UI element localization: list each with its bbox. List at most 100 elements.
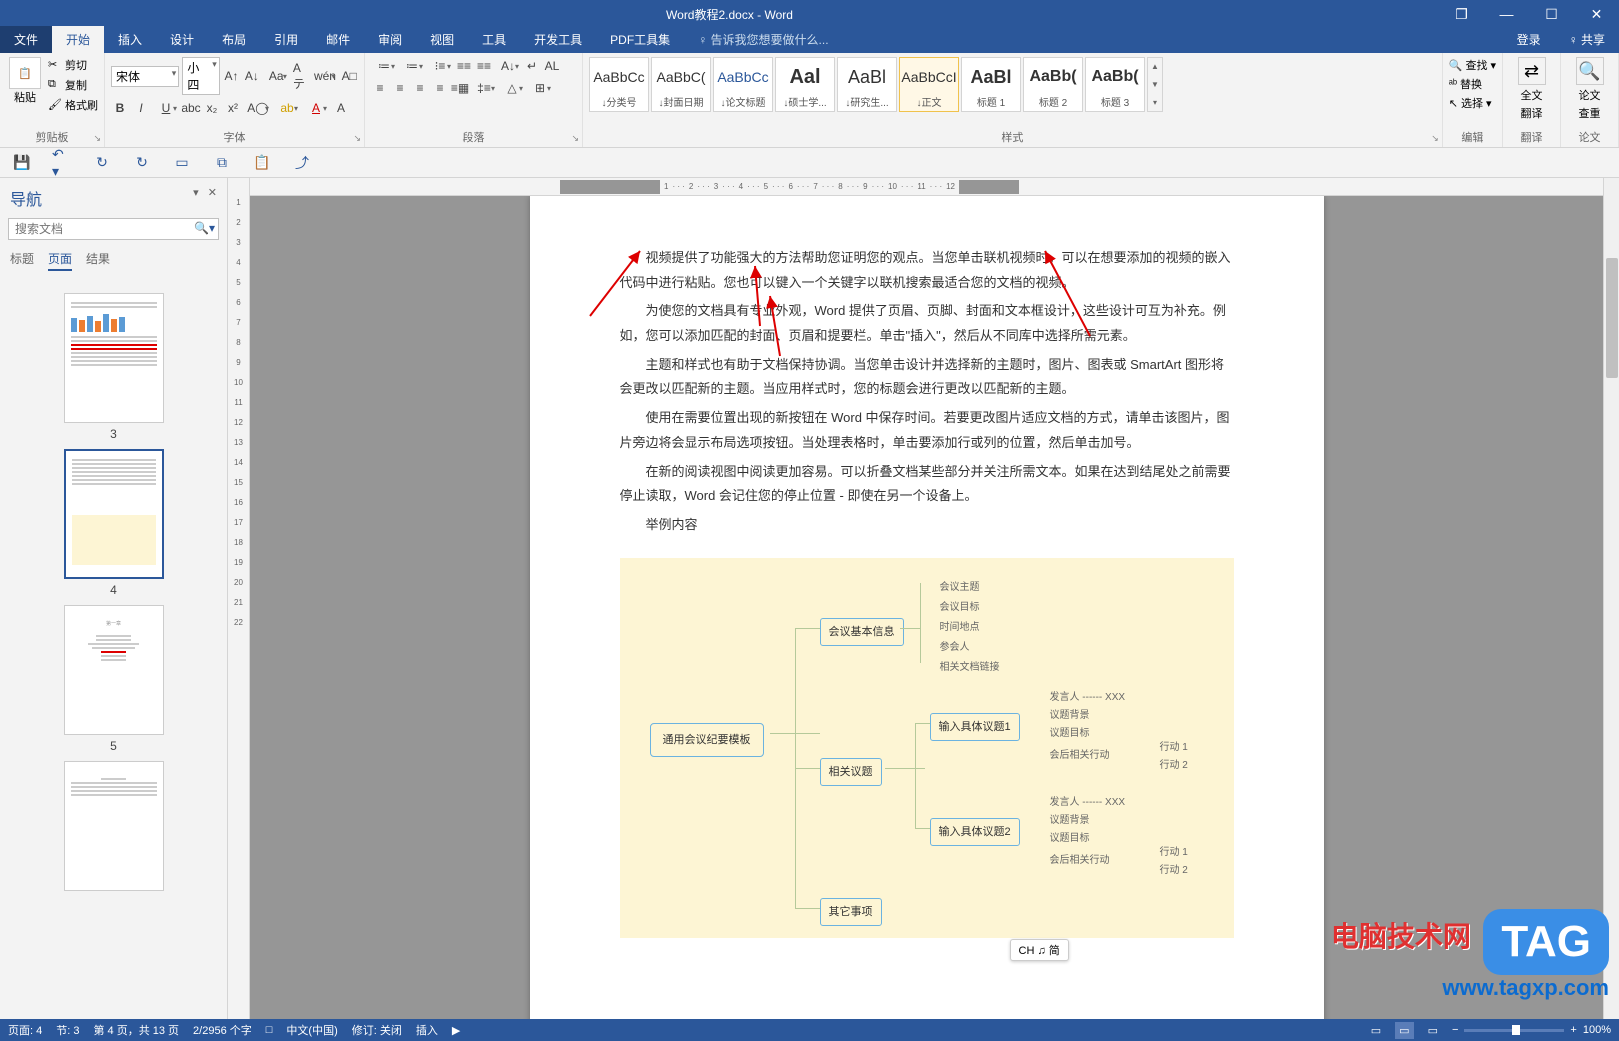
multilevel-button[interactable]: ⁝≡ xyxy=(427,57,453,75)
vertical-scrollbar[interactable] xyxy=(1603,178,1619,1019)
ime-indicator[interactable]: CH ♫ 简 xyxy=(1010,939,1069,961)
thumb-4[interactable] xyxy=(64,449,164,579)
borders-button[interactable]: ⊞ xyxy=(527,79,553,97)
search-icon[interactable]: 🔍▾ xyxy=(194,221,215,235)
tab-developer[interactable]: 开发工具 xyxy=(520,26,596,53)
select-button[interactable]: ↖选择 ▾ xyxy=(1449,95,1496,111)
vertical-ruler[interactable]: 1 2 3 4 5 6 7 8 9 10 11 12 13 14 15 16 1… xyxy=(228,178,250,1019)
shading-button[interactable]: △ xyxy=(499,79,525,97)
status-macro-icon[interactable]: ▶ xyxy=(452,1024,460,1037)
phonetic-button[interactable]: wén xyxy=(312,67,337,85)
font-size-dropdown[interactable]: 小四 xyxy=(182,57,219,95)
style-item-8[interactable]: AaBb(标题 3 xyxy=(1085,57,1145,112)
window-close-button[interactable]: ✕ xyxy=(1574,0,1619,28)
font-name-dropdown[interactable]: 宋体 xyxy=(111,66,179,87)
underline-button[interactable]: U xyxy=(153,99,179,117)
zoom-out-button[interactable]: − xyxy=(1452,1024,1458,1036)
tab-references[interactable]: 引用 xyxy=(260,26,312,53)
font-dialog-launcher[interactable]: ↘ xyxy=(353,133,361,144)
cut-button[interactable]: ✂剪切 xyxy=(48,57,98,73)
line-spacing-button[interactable]: ‡≡ xyxy=(471,79,497,97)
translate-button[interactable]: ⇄ 全文 翻译 xyxy=(1509,57,1554,121)
bullets-button[interactable]: ≔ xyxy=(371,57,397,75)
char-shading-button[interactable]: A xyxy=(332,99,350,117)
style-item-2[interactable]: AaBbCc↓论文标题 xyxy=(713,57,773,112)
status-page[interactable]: 页面: 4 xyxy=(8,1022,42,1038)
status-language[interactable]: 中文(中国) xyxy=(286,1022,337,1038)
style-item-5[interactable]: AaBbCcI↓正文 xyxy=(899,57,959,112)
char-border-button[interactable]: A□ xyxy=(341,67,358,85)
style-item-4[interactable]: AaBl↓研究生... xyxy=(837,57,897,112)
subscript-button[interactable]: x₂ xyxy=(203,99,221,117)
undo-icon[interactable]: ↶ ▾ xyxy=(52,153,72,173)
para-dialog-launcher[interactable]: ↘ xyxy=(571,133,579,144)
doc-p6[interactable]: 举例内容 xyxy=(620,513,1234,538)
doc-p3[interactable]: 主题和样式也有助于文档保持协调。当您单击设计并选择新的主题时，图片、图表或 Sm… xyxy=(620,353,1234,402)
status-page-of[interactable]: 第 4 页，共 13 页 xyxy=(93,1022,179,1038)
clear-format-button[interactable]: Aテ xyxy=(292,67,309,85)
strike-button[interactable]: abc xyxy=(182,99,200,117)
new-icon[interactable]: ▭ xyxy=(172,153,192,173)
tab-view[interactable]: 视图 xyxy=(416,26,468,53)
zoom-slider[interactable] xyxy=(1464,1029,1564,1032)
view-print-icon[interactable]: ▭ xyxy=(1395,1022,1413,1039)
justify-button[interactable]: ≡ xyxy=(431,79,449,97)
italic-button[interactable]: I xyxy=(132,99,150,117)
thumb-6[interactable] xyxy=(64,761,164,891)
align-right-button[interactable]: ≡ xyxy=(411,79,429,97)
align-left-button[interactable]: ≡ xyxy=(371,79,389,97)
copy-button[interactable]: ⧉复制 xyxy=(48,77,98,93)
style-item-1[interactable]: AaBbC(↓封面日期 xyxy=(651,57,711,112)
thumb-3[interactable] xyxy=(64,293,164,423)
nav-dropdown-icon[interactable]: ▾ ✕ xyxy=(193,186,217,210)
copy-icon[interactable]: ⧉ xyxy=(212,153,232,173)
grow-font-button[interactable]: A↑ xyxy=(223,67,240,85)
doc-p1[interactable]: 视频提供了功能强大的方法帮助您证明您的观点。当您单击联机视频时，可以在想要添加的… xyxy=(620,246,1234,295)
nav-tab-results[interactable]: 结果 xyxy=(86,250,110,271)
show-marks-button[interactable]: ↵ xyxy=(523,57,541,75)
superscript-button[interactable]: x² xyxy=(224,99,242,117)
sort-button[interactable]: A↓ xyxy=(495,57,521,75)
tab-tools[interactable]: 工具 xyxy=(468,26,520,53)
scroll-thumb[interactable] xyxy=(1606,258,1618,378)
shrink-font-button[interactable]: A↓ xyxy=(243,67,260,85)
style-item-6[interactable]: AaBl标题 1 xyxy=(961,57,1021,112)
nav-close-icon[interactable]: ✕ xyxy=(208,187,217,199)
replace-button[interactable]: ᵃᵇ替换 xyxy=(1449,76,1496,92)
status-insert[interactable]: 插入 xyxy=(416,1022,438,1038)
tab-pdf[interactable]: PDF工具集 xyxy=(596,26,684,53)
text-effects-button[interactable]: A◯ xyxy=(245,99,271,117)
doc-p2[interactable]: 为使您的文档具有专业外观，Word 提供了页眉、页脚、封面和文本框设计，这些设计… xyxy=(620,299,1234,348)
duplicate-check-button[interactable]: 🔍 论文 查重 xyxy=(1567,57,1612,121)
nav-thumbs[interactable]: 3 4 第一章 5 xyxy=(0,281,227,1019)
tell-me-input[interactable]: ♀ 告诉我您想要做什么... xyxy=(684,26,842,53)
status-spellcheck-icon[interactable]: □ xyxy=(266,1024,273,1036)
view-read-icon[interactable]: ▭ xyxy=(1371,1024,1381,1037)
zoom-level[interactable]: 100% xyxy=(1583,1024,1611,1036)
window-minimize-button[interactable]: — xyxy=(1484,0,1529,28)
increase-indent-button[interactable]: ≡≡ xyxy=(475,57,493,75)
font-color-button[interactable]: A xyxy=(303,99,329,117)
status-wordcount[interactable]: 2/2956 个字 xyxy=(193,1022,252,1038)
tab-home[interactable]: 开始 xyxy=(52,26,104,53)
tab-mailings[interactable]: 邮件 xyxy=(312,26,364,53)
highlight-button[interactable]: ab xyxy=(274,99,300,117)
redo-icon[interactable]: ↻ xyxy=(92,153,112,173)
numbering-button[interactable]: ≔ xyxy=(399,57,425,75)
window-maximize-button[interactable]: ☐ xyxy=(1529,0,1574,28)
zoom-in-button[interactable]: + xyxy=(1570,1024,1576,1036)
clipboard-dialog-launcher[interactable]: ↘ xyxy=(93,133,101,144)
login-button[interactable]: 登录 xyxy=(1503,26,1555,53)
save-icon[interactable]: 💾 xyxy=(12,153,32,173)
export-icon[interactable]: ⤴ xyxy=(292,153,312,173)
horizontal-ruler[interactable]: 1 · · · 2 · · · 3 · · · 4 · · · 5 · · · … xyxy=(250,178,1603,196)
window-restore-button[interactable]: ❐ xyxy=(1439,0,1484,28)
nav-search-input[interactable] xyxy=(8,218,219,240)
tab-file[interactable]: 文件 xyxy=(0,26,52,53)
page-4[interactable]: 视频提供了功能强大的方法帮助您证明您的观点。当您单击联机视频时，可以在想要添加的… xyxy=(530,196,1324,1019)
decrease-indent-button[interactable]: ≡≡ xyxy=(455,57,473,75)
zoom-handle[interactable] xyxy=(1512,1025,1520,1035)
change-case-button[interactable]: Aa xyxy=(264,67,289,85)
nav-tab-pages[interactable]: 页面 xyxy=(48,250,72,271)
doc-p5[interactable]: 在新的阅读视图中阅读更加容易。可以折叠文档某些部分并关注所需文本。如果在达到结尾… xyxy=(620,460,1234,509)
